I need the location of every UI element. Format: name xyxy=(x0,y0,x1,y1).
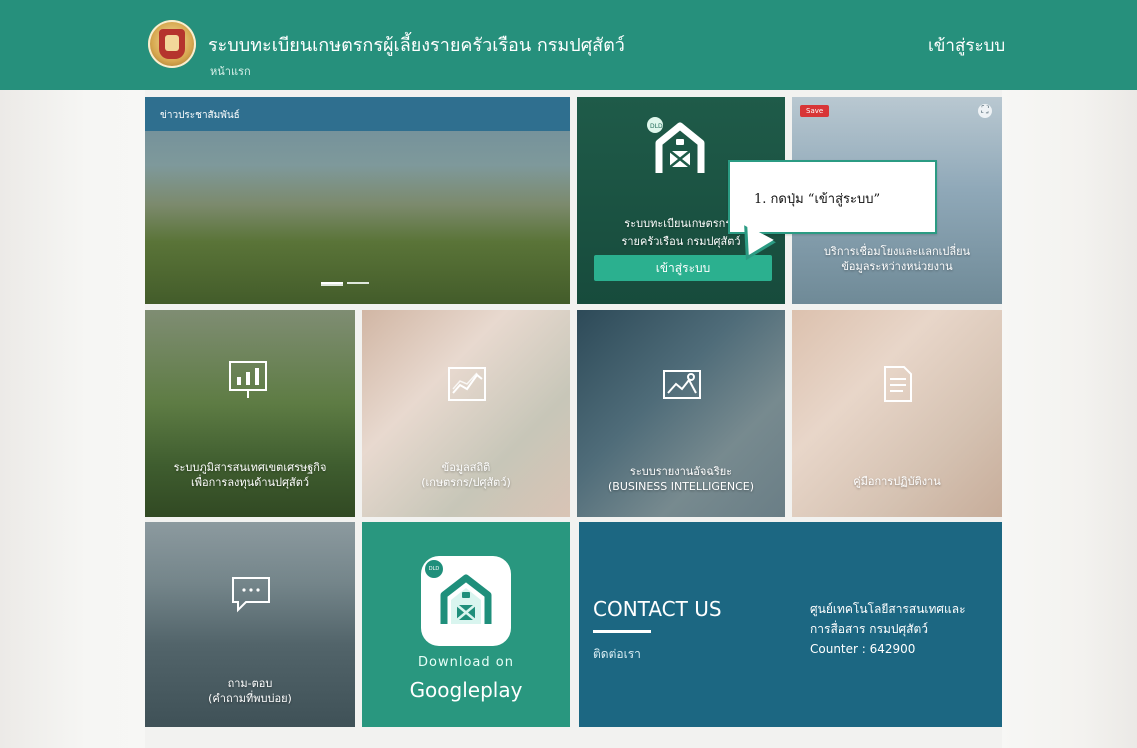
contact-title-underline xyxy=(593,630,651,633)
office-line-2: การสื่อสาร กรมปศุสัตว์ xyxy=(810,622,929,636)
visitor-counter: Counter : 642900 xyxy=(810,642,916,656)
download-label: Download on xyxy=(418,655,514,670)
business-intelligence-line-1: ระบบรายงานอัจฉริยะ xyxy=(629,465,733,478)
exchange-line-1: บริการเชื่อมโยงและแลกเปลี่ยน xyxy=(823,245,971,258)
svg-text:DLD: DLD xyxy=(650,123,663,130)
scan-right-margin xyxy=(1002,90,1137,748)
economic-zone-line-2: เพื่อการลงทุนด้านปศุสัตว์ xyxy=(190,476,310,489)
economic-zone-line-1: ระบบภูมิสารสนเทศเขตเศรษฐกิจ xyxy=(173,461,327,474)
economic-zone-label: ระบบภูมิสารสนเทศเขตเศรษฐกิจ เพื่อการลงทุ… xyxy=(145,460,355,490)
livestock-statistics-line-2: (เกษตรกร/ปศุสัตว์) xyxy=(421,476,511,489)
news-header: ข่าวประชาสัมพันธ์ xyxy=(145,97,570,131)
business-intelligence-label: ระบบรายงานอัจฉริยะ (BUSINESS INTELLIGENC… xyxy=(577,464,785,494)
office-line-1: ศูนย์เทคโนโลยีสารสนเทศและ xyxy=(810,602,966,616)
livestock-statistics-tile[interactable]: ข้อมูลสถิติ (เกษตรกร/ปศุสัตว์) xyxy=(362,310,570,517)
news-slider-dots[interactable] xyxy=(321,282,395,286)
google-play-app-icon: DLD xyxy=(421,556,511,646)
image-icon xyxy=(663,370,701,399)
instruction-callout: 1. กดปุ่ม “เข้าสู่ระบบ” xyxy=(728,160,937,234)
exchange-label: บริการเชื่อมโยงและแลกเปลี่ยน ข้อมูลระหว่… xyxy=(792,244,1002,274)
callout-text: 1. กดปุ่ม “เข้าสู่ระบบ” xyxy=(754,192,881,207)
department-seal-icon xyxy=(148,20,196,68)
office-info: ศูนย์เทคโนโลยีสารสนเทศและ การสื่อสาร กรม… xyxy=(810,599,990,639)
livestock-statistics-label: ข้อมูลสถิติ (เกษตรกร/ปศุสัตว์) xyxy=(362,460,570,490)
slider-dot-2[interactable] xyxy=(347,282,369,284)
save-badge[interactable]: Save xyxy=(800,105,830,117)
scan-left-margin xyxy=(0,90,145,748)
business-intelligence-line-2: (BUSINESS INTELLIGENCE) xyxy=(607,480,755,493)
faq-line-2: (คำถามที่พบบ่อย) xyxy=(208,692,292,705)
operation-manual-tile[interactable]: คู่มือการปฏิบัติงาน xyxy=(792,310,1002,517)
business-intelligence-tile[interactable]: ระบบรายงานอัจฉริยะ (BUSINESS INTELLIGENC… xyxy=(577,310,785,517)
contact-title: CONTACT US xyxy=(593,597,722,621)
contact-subtitle: ติดต่อเรา xyxy=(593,647,641,661)
news-title: ข่าวประชาสัมพันธ์ xyxy=(160,110,240,121)
livestock-statistics-line-1: ข้อมูลสถิติ xyxy=(441,461,491,474)
faq-label: ถาม-ตอบ (คำถามที่พบบ่อย) xyxy=(145,676,355,706)
farm-barn-icon: DLD xyxy=(647,117,705,173)
slider-dot-3[interactable] xyxy=(321,284,343,286)
google-play-label: Googleplay xyxy=(409,678,523,702)
seal-inner-icon xyxy=(159,29,185,59)
news-tile[interactable]: ข่าวประชาสัมพันธ์ xyxy=(145,97,570,304)
faq-line-1: ถาม-ตอบ xyxy=(227,677,273,690)
breadcrumb-home: หน้าแรก xyxy=(210,65,251,78)
fullscreen-icon[interactable]: ⛶ xyxy=(978,104,992,118)
bar-chart-icon xyxy=(229,361,267,398)
google-play-download-tile[interactable]: DLD Download on Googleplay xyxy=(362,522,570,727)
document-icon xyxy=(884,366,912,402)
app-barn-icon xyxy=(440,574,492,624)
contact-tile[interactable]: CONTACT US ติดต่อเรา ศูนย์เทคโนโลยีสารสน… xyxy=(579,522,1002,727)
operation-manual-label: คู่มือการปฏิบัติงาน xyxy=(853,475,941,488)
top-header: ระบบทะเบียนเกษตรกรผู้เลี้ยงรายครัวเรือน … xyxy=(0,0,1137,90)
faq-tile[interactable]: ถาม-ตอบ (คำถามที่พบบ่อย) xyxy=(145,522,355,727)
header-login-link[interactable]: เข้าสู่ระบบ xyxy=(928,32,1005,59)
economic-zone-tile[interactable]: ระบบภูมิสารสนเทศเขตเศรษฐกิจ เพื่อการลงทุ… xyxy=(145,310,355,517)
exchange-line-2: ข้อมูลระหว่างหน่วยงาน xyxy=(841,260,953,273)
chat-bubble-icon xyxy=(232,577,270,613)
site-title: ระบบทะเบียนเกษตรกรผู้เลี้ยงรายครัวเรือน … xyxy=(208,35,625,56)
line-chart-icon xyxy=(448,367,486,401)
